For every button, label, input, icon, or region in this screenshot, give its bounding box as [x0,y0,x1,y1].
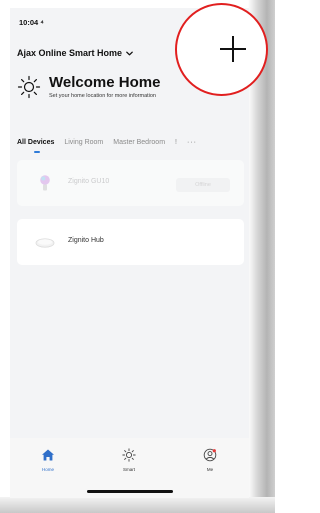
nav-home[interactable]: Home [23,448,73,472]
nav-me[interactable]: Me [185,448,235,472]
tab-master-bedroom[interactable]: Master Bedroom [113,139,165,146]
tab-partial[interactable]: ! [175,139,177,146]
device-card-hub[interactable]: Zignito Hub [17,219,244,265]
home-title: Ajax Online Smart Home [17,48,123,58]
nav-smart[interactable]: Smart [104,448,154,472]
welcome-banner[interactable]: Welcome Home Set your home location for … [17,75,160,99]
room-tabs: All Devices Living Room Master Bedroom !… [17,139,197,146]
profile-icon [203,448,217,462]
tab-living-room[interactable]: Living Room [64,139,103,146]
chevron-down-icon [126,51,133,55]
home-icon [42,449,54,461]
screenshot-frame: 10:04 ⁴ Ajax Online Smart Home Welcome H… [0,0,275,513]
bulb-icon [40,175,50,191]
device-card-gu10[interactable]: Zignito GU10 Offline [17,160,244,206]
welcome-subtitle: Set your home location for more informat… [49,93,156,99]
plus-icon[interactable] [218,34,248,64]
tab-all-devices[interactable]: All Devices [17,139,54,146]
home-indicator [87,490,173,493]
hub-icon [35,238,55,248]
sun-icon [17,75,41,99]
smart-sun-icon [122,448,136,462]
bottom-nav: Home Smart Me [10,438,249,498]
offline-badge: Offline [176,178,230,192]
device-name: Zignito Hub [68,237,104,244]
home-selector[interactable]: Ajax Online Smart Home [17,48,134,58]
status-time: 10:04 ⁴ [19,18,44,27]
nav-home-label: Home [41,467,54,472]
device-name: Zignito GU10 [68,178,110,185]
more-tabs-button[interactable]: ··· [187,139,197,146]
active-tab-indicator [34,151,40,153]
nav-me-label: Me [206,467,214,472]
nav-smart-label: Smart [122,467,135,472]
page-bottom-shadow [0,497,275,513]
welcome-title: Welcome Home [49,74,161,91]
